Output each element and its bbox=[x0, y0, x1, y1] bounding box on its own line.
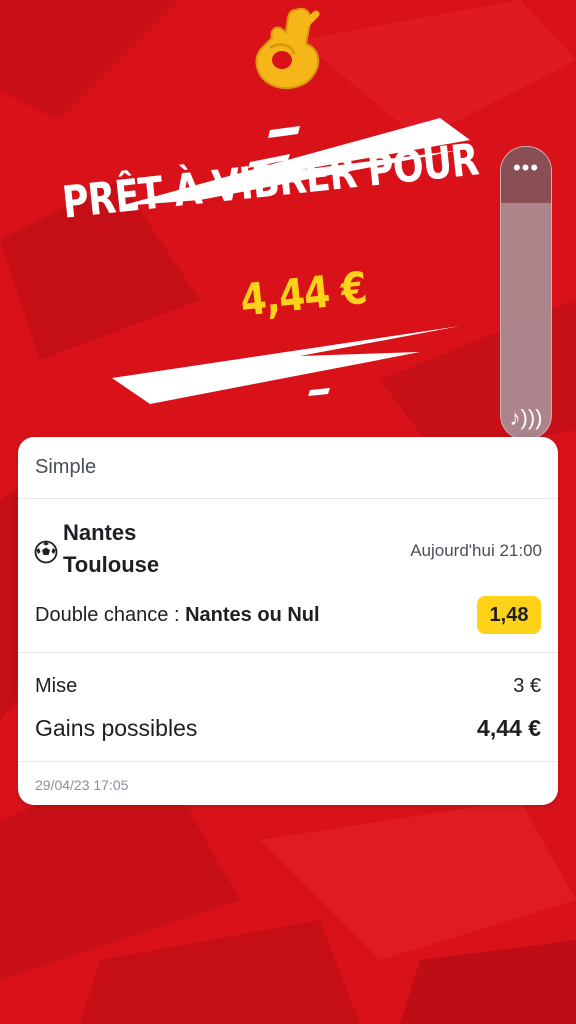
floating-side-widget[interactable]: ••• ♪))) bbox=[500, 146, 552, 440]
odd-badge: 1,48 bbox=[477, 596, 541, 634]
bet-slip-card: Simple Nantes Toulouse Aujourd'hui 21:00… bbox=[18, 437, 558, 805]
divider bbox=[18, 652, 558, 653]
bet-type-label: Simple bbox=[18, 437, 558, 499]
side-widget-header[interactable]: ••• bbox=[501, 147, 551, 203]
market-label: Double chance : bbox=[35, 604, 186, 626]
team-away: Toulouse bbox=[63, 552, 160, 577]
match-datetime: Aujourd'hui 21:00 bbox=[410, 541, 542, 560]
stake-value: 3 € bbox=[513, 675, 541, 697]
more-dots-icon[interactable]: ••• bbox=[513, 157, 539, 179]
bet-placed-date: 29/04/23 17:05 bbox=[35, 777, 129, 793]
gains-label: Gains possibles bbox=[35, 715, 198, 741]
stake-label: Mise bbox=[35, 675, 78, 697]
music-note-sound-icon[interactable]: ♪))) bbox=[501, 405, 551, 431]
team-home: Nantes bbox=[63, 520, 137, 545]
divider bbox=[18, 761, 558, 762]
gains-value: 4,44 € bbox=[477, 715, 541, 741]
soccer-ball-icon bbox=[34, 540, 58, 564]
bet-market: Double chance : Nantes ou Nul bbox=[35, 604, 320, 627]
market-selection: Nantes ou Nul bbox=[185, 604, 320, 626]
